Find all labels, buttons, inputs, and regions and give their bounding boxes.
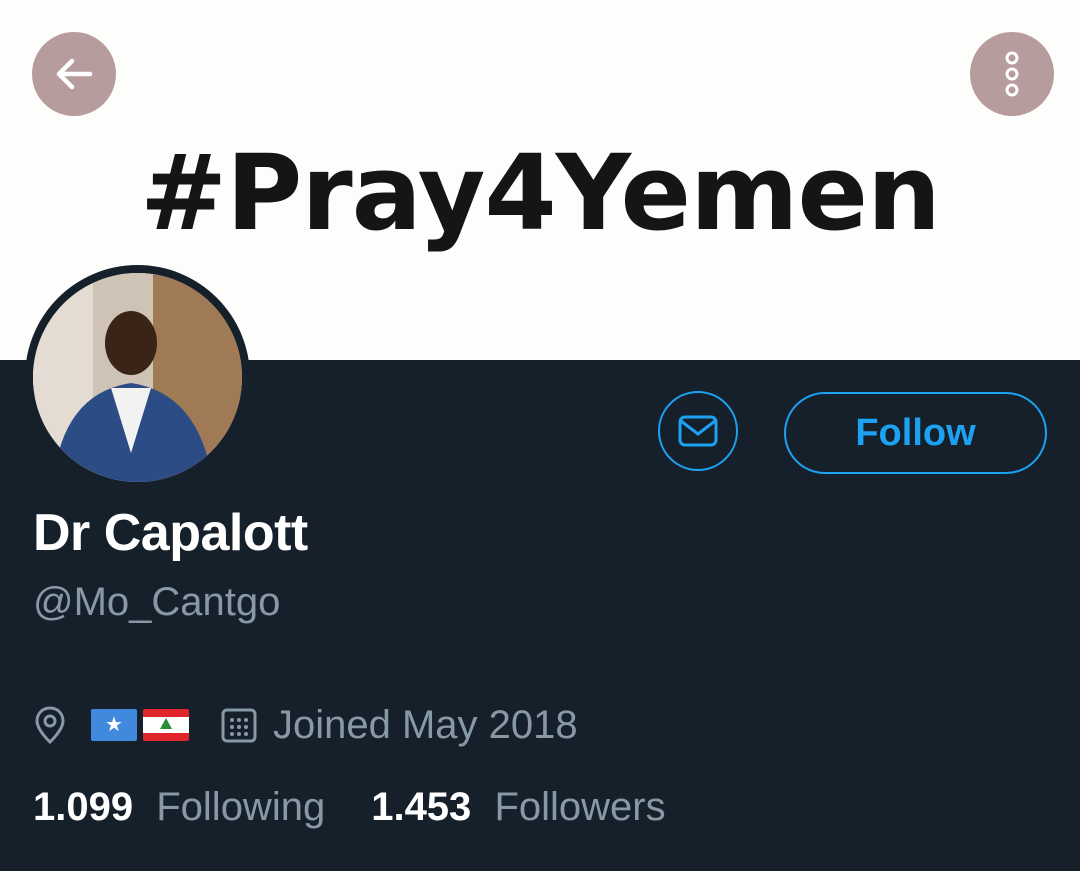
user-handle: @Mo_Cantgo <box>33 580 281 624</box>
avatar[interactable] <box>25 265 250 490</box>
following-link[interactable]: 1.099 Following <box>33 785 325 830</box>
follow-button[interactable]: Follow <box>784 392 1047 474</box>
mail-icon <box>678 415 718 447</box>
arrow-left-icon <box>56 58 93 90</box>
following-count: 1.099 <box>33 785 134 829</box>
profile-meta: ★ Joined May 2018 <box>33 700 578 750</box>
followers-link[interactable]: 1.453 Followers <box>371 785 665 830</box>
follow-stats: 1.099 Following 1.453 Followers <box>33 785 666 830</box>
location-pin-icon <box>35 706 65 745</box>
following-label: Following <box>156 785 326 829</box>
message-button[interactable] <box>658 391 738 471</box>
more-options-button[interactable] <box>970 32 1054 116</box>
followers-label: Followers <box>494 785 666 829</box>
calendar-icon <box>221 708 257 743</box>
banner-text: #Pray4Yemen <box>139 132 941 254</box>
avatar-photo <box>33 273 242 482</box>
followers-count: 1.453 <box>371 785 472 829</box>
more-vertical-icon <box>1005 51 1019 97</box>
display-name: Dr Capalott <box>33 504 308 562</box>
back-button[interactable] <box>32 32 116 116</box>
joined-date: Joined May 2018 <box>273 702 578 747</box>
flag-somalia: ★ <box>91 709 137 741</box>
flag-lebanon <box>143 709 189 741</box>
